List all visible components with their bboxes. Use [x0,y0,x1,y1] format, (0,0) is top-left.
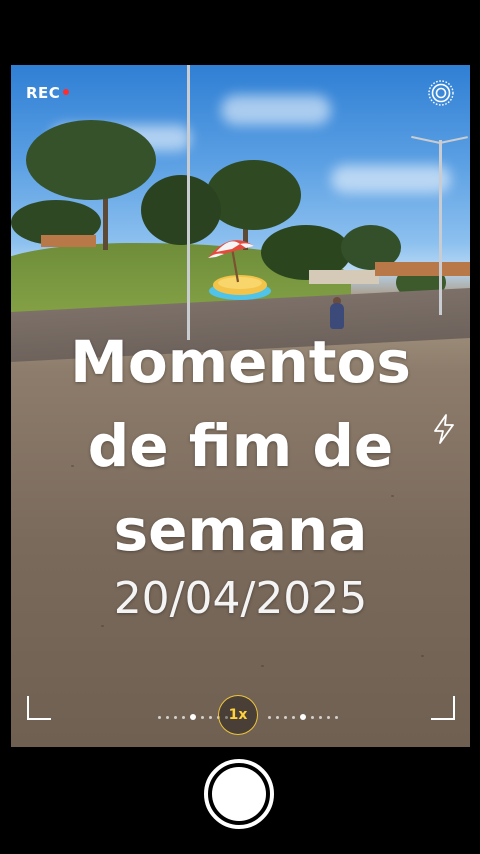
camera-screen: REC Momentos de fim de semana 20/04/2025 [0,0,480,854]
lamp-post [439,140,442,315]
shutter-button[interactable] [204,759,274,829]
building [309,270,379,284]
beach-umbrella-island-sticker[interactable] [202,234,276,308]
tree [26,120,156,200]
lamp-post [187,65,190,340]
zoom-label: 1x [228,707,248,723]
overlay-date: 20/04/2025 [113,573,368,624]
overlay-title: Momentos de fim de semana [11,320,470,572]
zoom-1x-button[interactable]: 1x [218,695,258,735]
cloud [221,95,331,125]
cloud [331,165,451,193]
building [41,235,96,247]
rec-dot [63,89,70,95]
shutter-inner [212,767,266,821]
title-line: de fim de [87,412,394,480]
live-photo-icon[interactable] [428,80,454,106]
frame-corner-bottom-left [27,696,51,720]
tree [206,160,301,230]
building [375,262,470,276]
title-line: semana [113,496,368,564]
zoom-scale-right[interactable] [268,714,338,720]
flash-icon[interactable] [432,414,456,444]
recording-indicator: REC [26,84,70,102]
frame-corner-bottom-right [431,696,455,720]
title-line: Momentos [70,328,411,396]
rec-label: REC [26,84,61,102]
